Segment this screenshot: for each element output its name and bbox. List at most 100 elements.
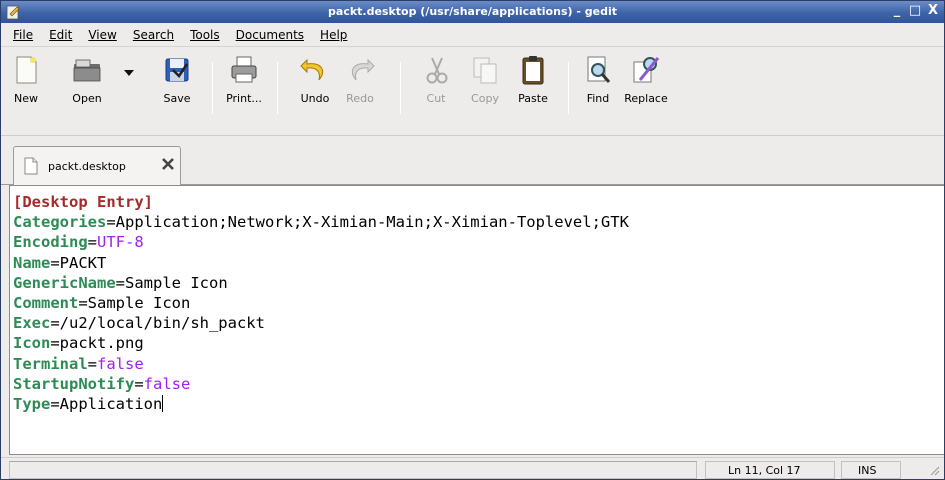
line-key: Icon [13,334,51,353]
editor-line: Encoding=UTF-8 [13,232,944,252]
menu-file[interactable]: File [5,23,41,47]
magnifier-icon [587,56,611,83]
line-equals: = [87,233,97,252]
line-key: Comment [13,293,79,312]
line-key: Encoding [13,233,88,252]
menu-help[interactable]: Help [312,23,355,47]
undo-label: Undo [300,92,330,105]
editor-line: Exec=/u2/local/bin/sh_packt [13,313,944,333]
line-value: packt.png [59,334,144,353]
text-cursor [162,394,164,412]
save-icon [165,58,189,82]
tab-packt-desktop[interactable]: packt.desktop [13,146,181,186]
save-button[interactable]: Save [159,54,195,134]
menu-view[interactable]: View [80,23,124,47]
line-value: Sample Icon [87,293,191,312]
line-key: GenericName [13,273,116,292]
print-button[interactable]: Print... [223,54,265,134]
line-key: Categories [13,213,107,232]
undo-icon [300,58,323,81]
new-document-icon [16,56,37,84]
toolbar-separator [568,62,569,114]
line-equals: = [50,314,60,333]
close-tab-icon[interactable] [161,157,175,171]
line-value: false [97,354,144,373]
menu-edit[interactable]: Edit [41,23,80,47]
cut-label: Cut [426,92,446,105]
scissors-icon [426,57,448,84]
menu-documents[interactable]: Documents [228,23,312,47]
line-value: PACKT [59,253,107,272]
line-value: Sample Icon [125,273,228,292]
editor-line: Terminal=false [13,354,944,374]
menu-help-label: Help [320,27,348,42]
menu-tools[interactable]: Tools [182,23,228,47]
menu-edit-label: Edit [49,27,73,42]
status-bar: Ln 11, Col 17 INS [1,457,944,479]
menu-bar: File Edit View Search Tools Documents He… [1,23,944,47]
print-label: Print... [226,92,262,105]
new-button[interactable]: New [9,54,43,134]
line-equals: = [134,374,144,393]
toolbar-separator [212,62,213,114]
document-tab-strip: packt.desktop [1,137,944,186]
open-label: Open [72,92,102,105]
line-equals: = [50,394,60,413]
menu-documents-label: Documents [235,27,305,42]
copy-icon [473,57,497,84]
menu-search[interactable]: Search [125,23,182,47]
replace-label: Replace [624,92,668,105]
line-equals: = [78,293,88,312]
toolbar-separator [277,62,278,114]
line-value: Application [59,394,163,413]
menu-file-label: File [13,27,34,42]
editor-line: Categories=Application;Network;X-Ximian-… [13,212,944,232]
editor-line: Name=PACKT [13,253,944,273]
cut-button[interactable]: Cut [421,54,451,134]
editor-line: Icon=packt.png [13,333,944,353]
title-bar[interactable]: packt.desktop (/usr/share/applications) … [1,1,944,23]
new-label: New [14,92,38,105]
open-recent-dropdown-icon[interactable] [123,68,135,78]
redo-button[interactable]: Redo [342,54,378,134]
line-value: UTF-8 [97,233,144,252]
cursor-position: Ln 11, Col 17 [705,461,835,479]
replace-icon [633,57,660,83]
clipboard-icon [522,56,544,85]
editor-line: Type=Application [13,394,944,414]
copy-label: Copy [471,92,499,105]
toolbar: New Open Save Print... Undo Redo Cut Cop… [1,48,944,136]
line-key: StartupNotify [13,374,135,393]
text-editor[interactable]: [Desktop Entry] Categories=Application;N… [9,185,944,455]
line-equals: = [115,273,125,292]
section-header: [Desktop Entry] [13,193,153,211]
menu-tools-label: Tools [190,27,220,42]
line-value: Application;Network;X-Ximian-Main;X-Ximi… [115,213,629,232]
line-equals: = [87,354,97,373]
replace-button[interactable]: Replace [619,54,673,134]
line-equals: = [50,334,60,353]
find-button[interactable]: Find [583,54,613,134]
gedit-window: packt.desktop (/usr/share/applications) … [0,0,945,480]
line-key: Type [13,394,51,413]
line-value: /u2/local/bin/sh_packt [59,314,265,333]
redo-label: Redo [346,92,374,105]
maximize-button[interactable]: □ [908,3,922,19]
tab-label: packt.desktop [48,160,126,173]
resize-grip-icon[interactable] [928,464,940,476]
insert-mode: INS [841,461,901,479]
editor-line: Comment=Sample Icon [13,293,944,313]
redo-icon [352,58,375,81]
menu-view-label: View [88,27,117,42]
paste-button[interactable]: Paste [515,54,551,134]
minimize-button[interactable]: _ [890,3,904,19]
close-window-button[interactable]: X [926,3,940,19]
copy-button[interactable]: Copy [468,54,502,134]
line-key: Terminal [13,354,88,373]
undo-button[interactable]: Undo [297,54,333,134]
line-value: false [143,374,191,393]
status-message-area [9,461,697,479]
paste-label: Paste [518,92,548,105]
editor-line: GenericName=Sample Icon [13,273,944,293]
open-button[interactable]: Open [67,54,107,134]
